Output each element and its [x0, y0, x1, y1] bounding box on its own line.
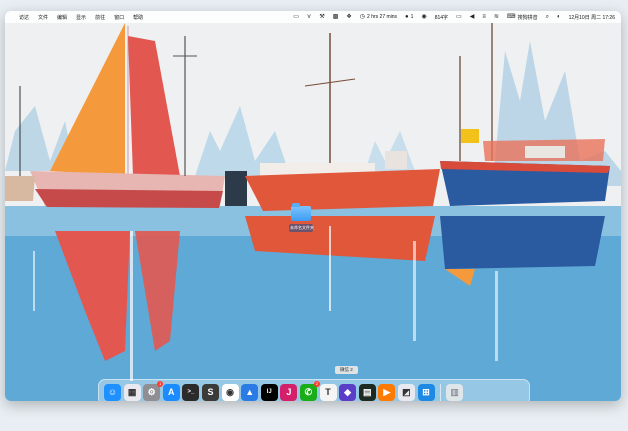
dock-item-appstore[interactable]: A [162, 383, 180, 401]
desktop-folder-label: 未命名文件夹 [289, 224, 314, 232]
tool-icon[interactable]: ⚒ [319, 14, 324, 20]
intellij-icon: IJ [266, 389, 272, 395]
notification-count: 1 [410, 14, 414, 20]
sublime-icon: S [207, 387, 214, 397]
desktop-screen: 访达 文件 编辑 显示 前往 窗口 帮助 ▭ ⋎ ⚒ ▩ ❖ ◷ 2 hrs 2… [5, 11, 621, 401]
control-center-icon[interactable]: ≡ [482, 14, 486, 20]
vpn-icon[interactable]: ⋎ [307, 14, 311, 20]
display-icon[interactable]: ▭ [456, 14, 462, 20]
dock-item-terminal[interactable]: >_ [182, 383, 200, 401]
typora-icon: T [325, 387, 331, 397]
menu-finder[interactable]: 访达 [19, 14, 29, 21]
dock: ☺ ▦ ⚙ 1 A >_ S ◉ ▲ IJ J ✆ 2 T ◆ ▤ ▶ ◩ ⊞ ▥ [98, 379, 530, 401]
launchpad-icon: ▦ [127, 386, 137, 397]
screen-mirror-icon[interactable]: ▭ [293, 14, 299, 20]
jetbrains-icon: J [286, 387, 292, 397]
chrome-icon: ◉ [226, 386, 234, 397]
input-source-label: 搜狗拼音 [517, 14, 538, 21]
dock-item-jetbrains[interactable]: J [280, 383, 298, 401]
dock-item-launchpad[interactable]: ▦ [123, 383, 141, 401]
volume-icon[interactable]: ◀ [470, 14, 475, 20]
windows-icon: ⊞ [422, 386, 430, 397]
notification-badge: 2 [313, 380, 320, 387]
settings-icon: ⚙ [147, 386, 156, 397]
siri-icon[interactable]: ◐ [557, 14, 561, 20]
globe-icon[interactable]: ◉ [421, 14, 426, 20]
battery-time: 2 hrs 27 mins [367, 14, 398, 20]
chat-status[interactable]: ● 1 [405, 14, 413, 20]
dock-item-obsidian[interactable]: ◆ [339, 383, 357, 401]
dock-item-finder[interactable]: ☺ [104, 383, 121, 401]
appstore-icon: A [168, 387, 175, 397]
dock-item-trash[interactable]: ▥ [446, 383, 464, 401]
dock-tooltip: 微信 2 [335, 366, 358, 374]
bartender-icon[interactable]: ▩ [333, 14, 339, 20]
battery-status[interactable]: ◷ 2 hrs 27 mins [360, 14, 397, 20]
dock-item-settings[interactable]: ⚙ 1 [143, 380, 164, 401]
menu-go[interactable]: 前往 [95, 14, 105, 21]
dock-item-intellij[interactable]: IJ [260, 383, 278, 401]
obsidian-icon: ◆ [344, 386, 352, 397]
clock-icon: ◷ [359, 14, 366, 20]
date-time[interactable]: 12月10日 周二 17:26 [569, 14, 615, 21]
wallpaper-image [5, 11, 621, 401]
trash-icon: ▥ [450, 386, 459, 397]
infuse-icon: ▶ [383, 386, 391, 397]
menu-bar-left: 访达 文件 编辑 显示 前往 窗口 帮助 [5, 14, 143, 21]
dock-item-keynote[interactable]: ▲ [241, 383, 259, 401]
menu-bar-right: ▭ ⋎ ⚒ ▩ ❖ ◷ 2 hrs 27 mins ● 1 ◉ 814字 ▭ ◀… [293, 14, 621, 21]
dock-item-windows[interactable]: ⊞ [417, 383, 435, 401]
console-icon: ▤ [362, 386, 372, 397]
input-method-icon: ⌨ [506, 14, 516, 20]
screenshot-icon: ◩ [402, 386, 411, 397]
dock-item-typora[interactable]: T [319, 383, 337, 401]
desktop-folder[interactable]: 未命名文件夹 [289, 203, 314, 232]
dock-item-screenshot[interactable]: ◩ [397, 383, 415, 401]
chat-bubble-icon: ● [405, 14, 409, 20]
folder-icon [291, 203, 311, 221]
menu-window[interactable]: 窗口 [114, 14, 124, 21]
menu-view[interactable]: 显示 [76, 14, 86, 21]
menu-help[interactable]: 帮助 [133, 14, 143, 21]
menu-bar: 访达 文件 编辑 显示 前往 窗口 帮助 ▭ ⋎ ⚒ ▩ ❖ ◷ 2 hrs 2… [5, 11, 621, 23]
dock-item-infuse[interactable]: ▶ [378, 383, 396, 401]
terminal-icon: >_ [187, 389, 195, 395]
menu-file[interactable]: 文件 [38, 14, 48, 21]
input-source[interactable]: ⌨ 搜狗拼音 [507, 14, 538, 21]
wifi-icon[interactable]: ≋ [494, 14, 499, 20]
dock-item-sublime[interactable]: S [201, 383, 219, 401]
wechat-icon: ✆ [304, 386, 313, 397]
dock-separator [440, 383, 442, 401]
dock-item-chrome[interactable]: ◉ [221, 383, 239, 401]
finder-icon: ☺ [107, 387, 118, 397]
keynote-icon: ▲ [245, 387, 255, 397]
search-icon[interactable]: ⌕ [546, 14, 549, 20]
dock-item-console[interactable]: ▤ [358, 383, 376, 401]
keyboard-indicator[interactable]: 814字 [435, 14, 448, 21]
activity-icon[interactable]: ❖ [346, 14, 351, 20]
dock-item-wechat[interactable]: ✆ 2 [299, 380, 320, 401]
menu-edit[interactable]: 编辑 [57, 14, 67, 21]
